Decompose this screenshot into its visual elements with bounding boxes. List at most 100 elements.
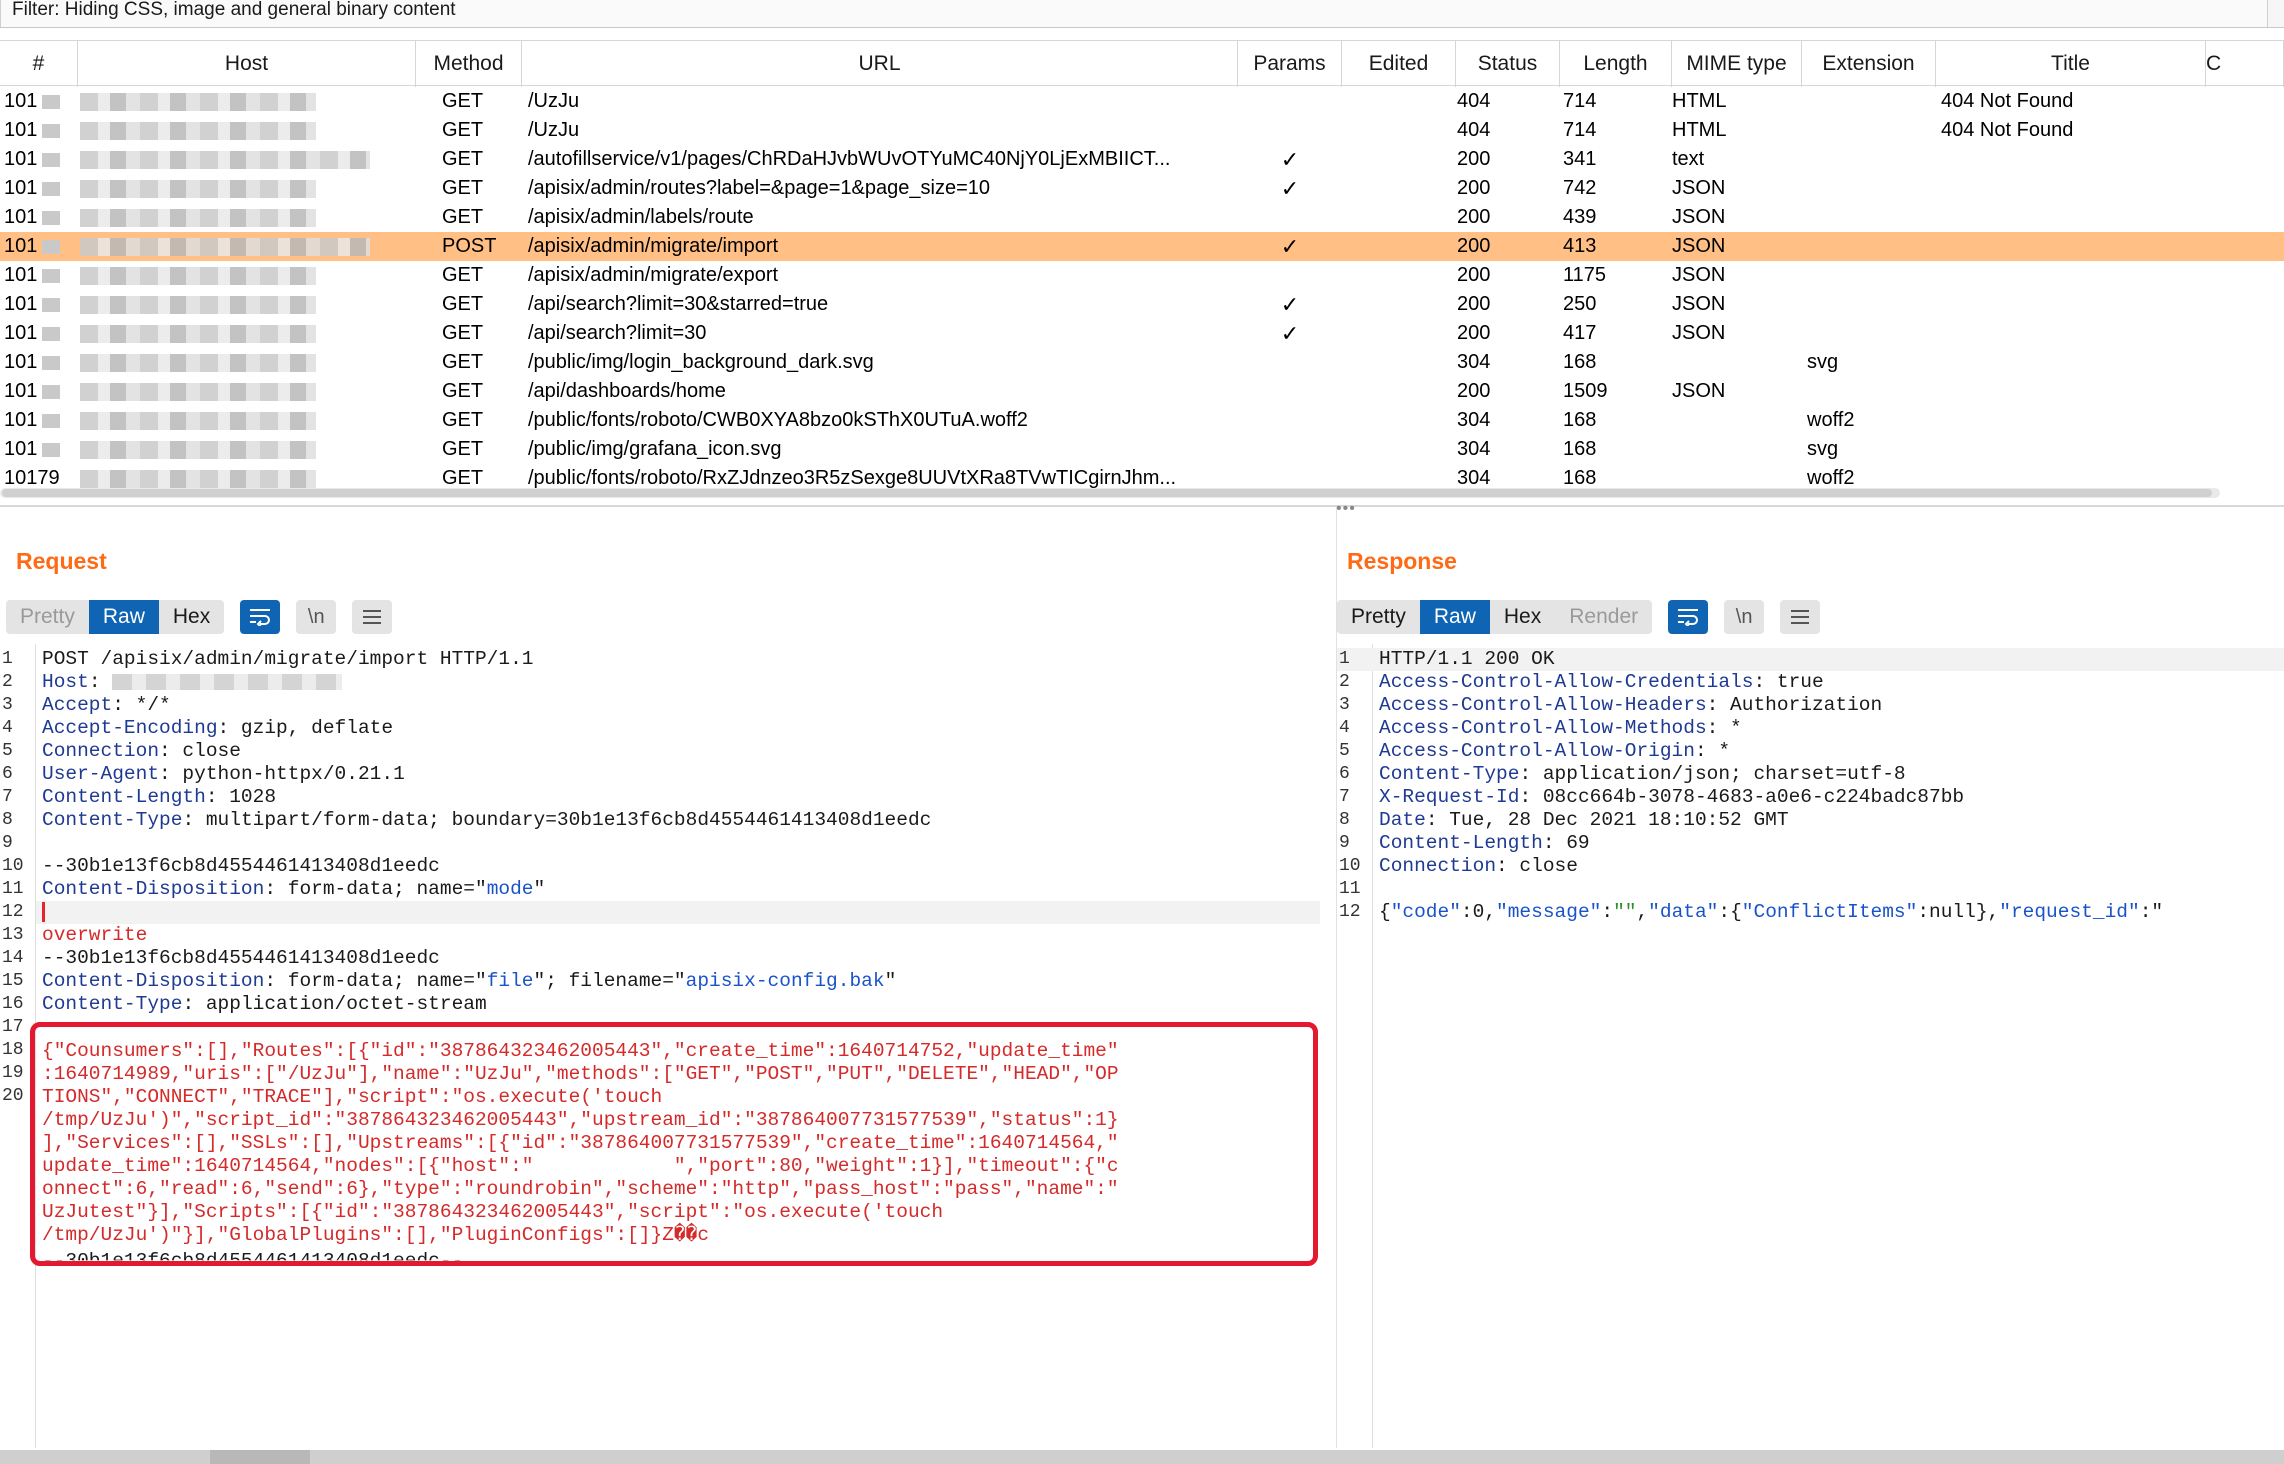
- editor-line: 8 Date: Tue, 28 Dec 2021 18:10:52 GMT: [1337, 809, 2284, 832]
- table-row[interactable]: 101 GET/apisix/admin/routes?label=&page=1…: [0, 174, 2284, 203]
- response-editor[interactable]: 1 HTTP/1.1 200 OK 2 Access-Control-Allow-Cr…: [1337, 644, 2284, 1448]
- column-header-mime-type[interactable]: MIME type: [1672, 41, 1802, 87]
- cell-ext: [1807, 261, 1937, 290]
- wrap-lines-icon[interactable]: [240, 600, 281, 634]
- editor-line: 16 Content-Type: application/octet-stream: [0, 993, 1320, 1016]
- scrollbar-thumb[interactable]: [2, 489, 2212, 497]
- table-row[interactable]: 101 GET/public/img/grafana_icon.svg 304 168…: [0, 435, 2284, 464]
- table-row[interactable]: 101 GET/api/search?limit=30 ✓ 200 417 JSON: [0, 319, 2284, 348]
- cell-params: [1238, 87, 1342, 116]
- column-header-number[interactable]: #: [0, 41, 78, 87]
- cell-params: ✓: [1280, 292, 1300, 317]
- line-text: overwrite: [42, 924, 148, 946]
- column-header-host[interactable]: Host: [78, 41, 416, 87]
- show-newlines-icon[interactable]: \n: [296, 600, 337, 634]
- tab-raw[interactable]: Raw: [88, 600, 159, 634]
- cell-length: 1175: [1563, 264, 1607, 286]
- column-header-edited[interactable]: Edited: [1342, 41, 1456, 87]
- tab-hex[interactable]: Hex: [159, 600, 224, 634]
- cell-title: [1941, 435, 2201, 464]
- line-number: 20: [2, 1086, 24, 1106]
- tab-hex[interactable]: Hex: [1490, 600, 1555, 634]
- table-row[interactable]: 101 GET/UzJu 404 714 HTML 404 Not Found: [0, 116, 2284, 145]
- tab-pretty[interactable]: Pretty: [6, 600, 89, 634]
- text-caret: [42, 901, 45, 922]
- request-title: Request: [16, 548, 107, 574]
- cell-status: 200: [1457, 380, 1491, 402]
- cell-status: 404: [1457, 119, 1491, 141]
- tab-raw[interactable]: Raw: [1419, 600, 1490, 634]
- editor-line: 7 Content-Length: 1028: [0, 786, 1320, 809]
- body-line: update_time":1640714564,"nodes":[{"host"…: [42, 1155, 1119, 1177]
- tab-pretty[interactable]: Pretty: [1337, 600, 1420, 634]
- column-header-title[interactable]: Title: [1936, 41, 2206, 87]
- column-header-length[interactable]: Length: [1560, 41, 1672, 87]
- table-row[interactable]: 101 GET/api/dashboards/home 200 1509 JSON: [0, 377, 2284, 406]
- wrap-lines-icon[interactable]: [1668, 600, 1709, 634]
- editor-line: 8 Content-Type: multipart/form-data; boun…: [0, 809, 1320, 832]
- cell-params: ✓: [1280, 321, 1300, 346]
- line-text: Date: Tue, 28 Dec 2021 18:10:52 GMT: [1379, 809, 1789, 831]
- line-number: 1: [2, 649, 13, 669]
- editor-line: 9: [0, 832, 1320, 855]
- redacted-host-value: [112, 673, 343, 690]
- line-text: Connection: close: [42, 740, 241, 762]
- table-row[interactable]: 101 GET/public/fonts/roboto/CWB0XYA8bzo0k…: [0, 406, 2284, 435]
- cell-url: /public/fonts/roboto/RxZJdnzeo3R5zSexge8…: [528, 467, 1177, 489]
- line-text: X-Request-Id: 08cc664b-3078-4683-a0e6-c2…: [1379, 786, 1965, 808]
- cell-length: 168: [1563, 409, 1597, 431]
- body-line: TIONS","CONNECT","TRACE"],"script":"os.e…: [42, 1086, 663, 1108]
- column-header-c[interactable]: C: [2206, 41, 2284, 87]
- column-header-params[interactable]: Params: [1238, 41, 1342, 87]
- line-text: Access-Control-Allow-Headers: Authorizat…: [1379, 694, 1883, 716]
- redacted-host: [80, 267, 316, 285]
- response-title: Response: [1347, 548, 1457, 574]
- cell-length: 413: [1563, 235, 1597, 257]
- editor-line: 2 Access-Control-Allow-Credentials: true: [1337, 671, 2284, 694]
- table-row[interactable]: 10179 GET/public/fonts/roboto/RxZJdnzeo3R…: [0, 464, 2284, 490]
- tab-render[interactable]: Render: [1555, 600, 1652, 634]
- line-number: 6: [2, 764, 13, 784]
- cell-title: [1941, 348, 2201, 377]
- line-text: Access-Control-Allow-Credentials: true: [1379, 671, 1824, 693]
- horizontal-scrollbar[interactable]: [0, 488, 2220, 498]
- table-row[interactable]: 101 GET/apisix/admin/labels/route 200 439 JS…: [0, 203, 2284, 232]
- table-row[interactable]: 101 POST/apisix/admin/migrate/import ✓ 200 4…: [0, 232, 2284, 261]
- menu-icon[interactable]: [352, 600, 393, 634]
- table-row[interactable]: 101 GET/UzJu 404 714 HTML 404 Not Found: [0, 87, 2284, 116]
- cell-title: [1941, 232, 2201, 261]
- proxy-history-table: # Host Method URL Params Edited Status Length MI…: [0, 40, 2284, 490]
- cell-num: 101: [4, 148, 38, 170]
- pane-splitter[interactable]: [0, 505, 2284, 507]
- column-header-url[interactable]: URL: [522, 41, 1238, 87]
- column-header-method[interactable]: Method: [416, 41, 522, 87]
- cell-method: GET: [442, 90, 484, 112]
- table-row[interactable]: 101 GET/autofillservice/v1/pages/ChRDaHJv…: [0, 145, 2284, 174]
- cell-method: GET: [442, 206, 484, 228]
- cell-ext: [1807, 145, 1937, 174]
- line-number: 18: [2, 1040, 24, 1060]
- redacted-number: [42, 269, 60, 283]
- redacted-number: [42, 385, 60, 399]
- column-header-status[interactable]: Status: [1456, 41, 1560, 87]
- table-row[interactable]: 101 GET/public/img/login_background_dark.…: [0, 348, 2284, 377]
- table-row[interactable]: 101 GET/api/search?limit=30&starred=true ✓…: [0, 290, 2284, 319]
- filter-bar[interactable]: Filter: Hiding CSS, image and general bi…: [0, 0, 2284, 28]
- body-line: :1640714989,"uris":["/UzJu"],"name":"UzJ…: [42, 1063, 1119, 1085]
- table-row[interactable]: 101 GET/apisix/admin/migrate/export 200 117…: [0, 261, 2284, 290]
- show-newlines-icon[interactable]: \n: [1724, 600, 1765, 634]
- cell-title: 404 Not Found: [1941, 90, 2074, 112]
- cell-url: /UzJu: [528, 90, 580, 112]
- cell-status: 404: [1457, 90, 1491, 112]
- redacted-host: [80, 354, 316, 372]
- cell-mime: JSON: [1672, 380, 1726, 402]
- redacted-number: [42, 327, 60, 341]
- redacted-host: [80, 238, 370, 256]
- cell-num: 101: [4, 206, 38, 228]
- cell-length: 168: [1563, 467, 1597, 489]
- column-header-extension[interactable]: Extension: [1802, 41, 1936, 87]
- menu-icon[interactable]: [1780, 600, 1821, 634]
- cell-mime: JSON: [1672, 177, 1726, 199]
- line-number: 2: [1339, 672, 1350, 692]
- cell-num: 101: [4, 235, 38, 257]
